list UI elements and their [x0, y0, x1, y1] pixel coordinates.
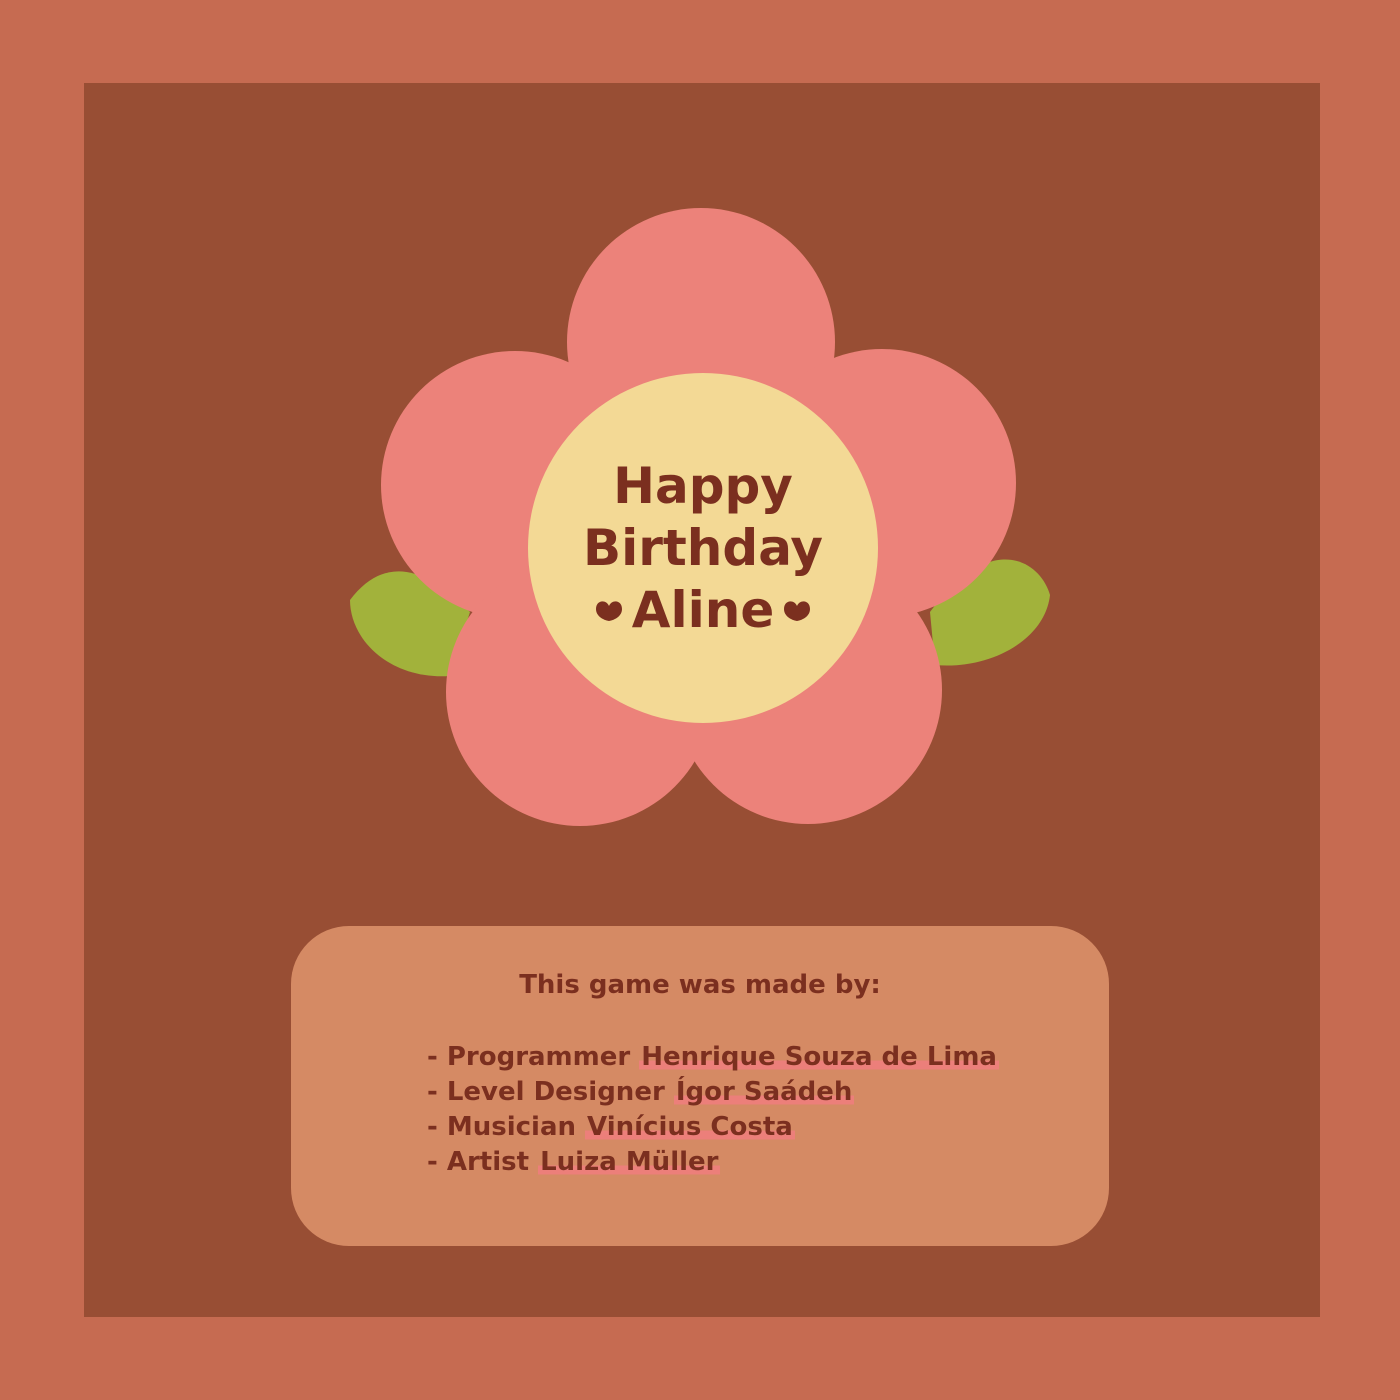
credit-name: Ígor Saádeh — [673, 1077, 855, 1107]
credit-role: - Artist — [427, 1147, 539, 1177]
credit-name: Vinícius Costa — [585, 1112, 795, 1142]
greeting-name-row: Aline — [594, 579, 812, 641]
credit-item-artist: - Artist Luiza Müller — [427, 1145, 999, 1180]
birthday-greeting: Happy Birthday Aline — [528, 373, 878, 723]
credit-role: - Musician — [427, 1112, 586, 1142]
credit-name: Henrique Souza de Lima — [639, 1042, 999, 1072]
credits-list: - Programmer Henrique Souza de Lima - Le… — [427, 1040, 999, 1180]
heart-icon — [784, 601, 811, 621]
credits-box: This game was made by: - Programmer Henr… — [291, 926, 1109, 1246]
heart-icon — [595, 601, 622, 621]
credit-role: - Level Designer — [427, 1077, 674, 1107]
birthday-name: Aline — [631, 581, 775, 639]
outer-frame: Happy Birthday Aline This game was made … — [0, 0, 1400, 1400]
credit-item-musician: - Musician Vinícius Costa — [427, 1110, 999, 1145]
credit-item-level-designer: - Level Designer Ígor Saádeh — [427, 1075, 999, 1110]
greeting-line-happy: Happy — [613, 457, 793, 515]
credit-item-programmer: - Programmer Henrique Souza de Lima — [427, 1040, 999, 1075]
greeting-line-birthday: Birthday — [583, 519, 823, 577]
credit-role: - Programmer — [427, 1042, 640, 1072]
credit-name: Luiza Müller — [538, 1147, 721, 1177]
credits-title: This game was made by: — [519, 970, 881, 1000]
